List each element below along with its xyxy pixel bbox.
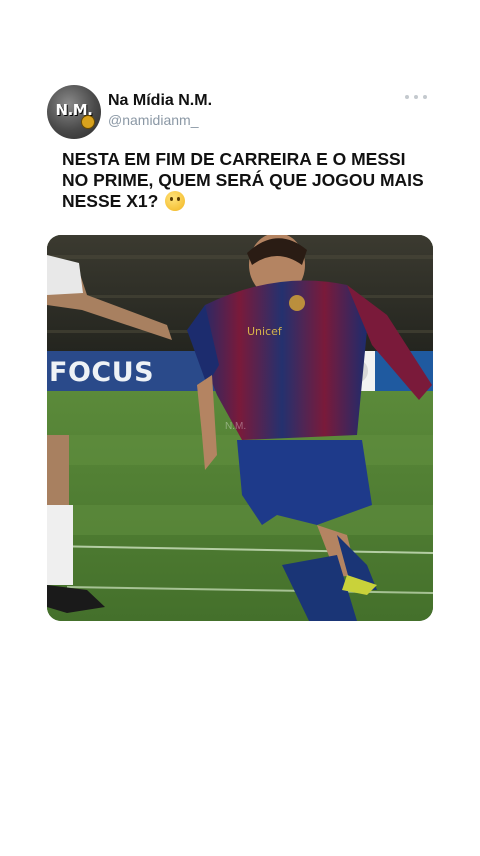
thinking-face-emoji <box>165 191 186 211</box>
avatar[interactable]: N.M. <box>47 85 101 139</box>
svg-text:Unicef: Unicef <box>247 325 283 338</box>
avatar-badge <box>81 115 95 129</box>
more-horizontal-icon[interactable] <box>405 91 427 103</box>
club-crest <box>289 295 305 311</box>
video-watermark: N.M. <box>225 421 247 432</box>
author-handle[interactable]: @namidianm_ <box>108 112 198 128</box>
ad-board-text: FOCUS <box>49 357 155 388</box>
post-video[interactable]: Unicef FOCUS N.M. <box>47 235 433 621</box>
player-shorts <box>237 440 372 525</box>
post-header: N.M. Na Mídia N.M. @namidianm_ <box>47 85 433 139</box>
opponent-sock <box>47 505 73 585</box>
author-name[interactable]: Na Mídia N.M. <box>108 92 212 110</box>
post-text: NESTA EM FIM DE CARREIRA E O MESSI NO PR… <box>62 149 432 212</box>
post-text-content: NESTA EM FIM DE CARREIRA E O MESSI NO PR… <box>62 149 424 211</box>
